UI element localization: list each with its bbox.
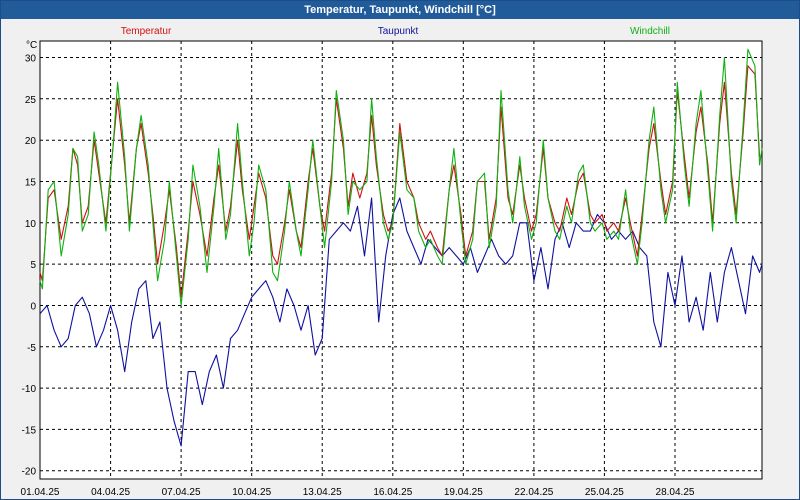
y-tick-label: 0 bbox=[30, 302, 36, 313]
y-tick-label: 25 bbox=[25, 95, 37, 106]
y-tick-label: 15 bbox=[25, 178, 37, 189]
chart-area: -20 -15 -10 -5 0 5 10 15 20 25 30 01.04.25 04.04.25 0… bbox=[21, 26, 763, 498]
x-tick-label: 16.04.25 bbox=[373, 487, 412, 498]
x-tick-label: 07.04.25 bbox=[162, 487, 201, 498]
y-tick-label: -15 bbox=[22, 425, 37, 436]
y-tick-label: 20 bbox=[25, 136, 37, 147]
x-tick-label: 25.04.25 bbox=[585, 487, 624, 498]
y-tick-label: 30 bbox=[25, 54, 37, 65]
window-title: Temperatur, Taupunkt, Windchill [°C] bbox=[1, 1, 799, 19]
y-tick-label: 5 bbox=[30, 260, 36, 271]
legend-temperatur: Temperatur bbox=[121, 26, 172, 37]
legend-windchill: Windchill bbox=[630, 26, 670, 37]
chart-window: Temperatur, Taupunkt, Windchill [°C] -20… bbox=[0, 0, 800, 500]
x-tick-label: 13.04.25 bbox=[303, 487, 342, 498]
y-tick-label: -10 bbox=[22, 384, 37, 395]
x-tick-label: 04.04.25 bbox=[91, 487, 130, 498]
legend-taupunkt: Taupunkt bbox=[378, 26, 419, 37]
x-tick-label: 19.04.25 bbox=[444, 487, 483, 498]
x-tick-label: 10.04.25 bbox=[232, 487, 271, 498]
y-axis-unit: °C bbox=[26, 40, 37, 51]
x-tick-label: 01.04.25 bbox=[21, 487, 60, 498]
y-tick-label: 10 bbox=[25, 219, 37, 230]
y-tick-label: -20 bbox=[22, 467, 37, 478]
y-tick-label: -5 bbox=[27, 343, 36, 354]
x-tick-label: 28.04.25 bbox=[656, 487, 695, 498]
x-tick-label: 22.04.25 bbox=[514, 487, 553, 498]
